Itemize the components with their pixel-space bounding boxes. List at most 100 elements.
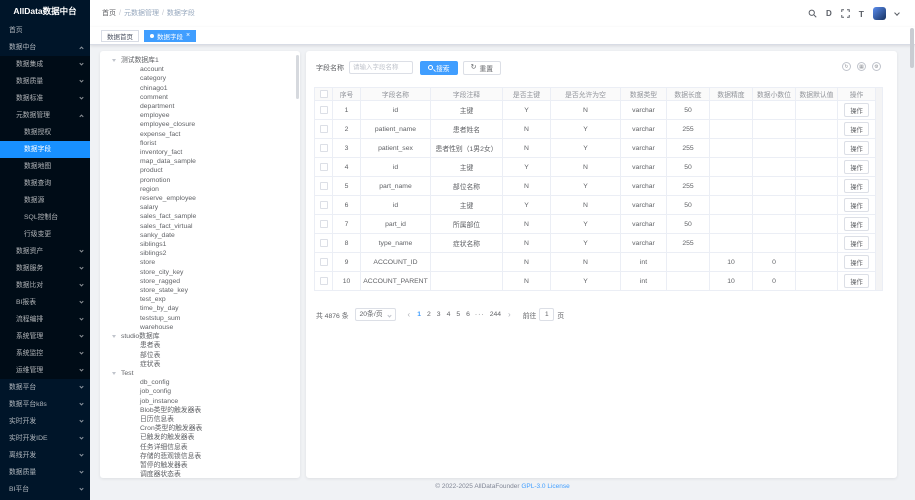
tree-table-node[interactable]: store_state_key bbox=[112, 286, 294, 295]
tree-table-node[interactable]: 日历信息表 bbox=[112, 415, 294, 424]
breadcrumb-home[interactable]: 首页 bbox=[102, 10, 116, 17]
tree-table-node[interactable]: sales_fact_virtual bbox=[112, 222, 294, 231]
sidebar-item[interactable]: BI平台 bbox=[0, 481, 90, 498]
row-checkbox[interactable] bbox=[320, 239, 328, 247]
tree-table-node[interactable]: siblings2 bbox=[112, 249, 294, 258]
row-action-button[interactable]: 操作 bbox=[844, 160, 869, 174]
tree-table-node[interactable]: siblings1 bbox=[112, 240, 294, 249]
sidebar-item[interactable]: 系统监控 bbox=[0, 345, 90, 362]
search-button[interactable]: 搜索 bbox=[420, 61, 458, 75]
row-checkbox[interactable] bbox=[320, 201, 328, 209]
row-checkbox[interactable] bbox=[320, 220, 328, 228]
sidebar-item[interactable]: 系统管理 bbox=[0, 328, 90, 345]
tree-table-node[interactable]: 存储的悲观锁信息表 bbox=[112, 452, 294, 461]
reset-button[interactable]: ↻ 重置 bbox=[463, 61, 501, 75]
tree-table-node[interactable]: inventory_fact bbox=[112, 148, 294, 157]
row-action-button[interactable]: 操作 bbox=[844, 122, 869, 136]
sidebar-item[interactable]: 离线开发 bbox=[0, 447, 90, 464]
page-scrollbar[interactable] bbox=[910, 28, 914, 68]
sidebar-item[interactable]: 数据中台 bbox=[0, 39, 90, 56]
search-icon[interactable] bbox=[808, 9, 817, 18]
font-size-icon[interactable]: T bbox=[859, 9, 864, 19]
tree-table-node[interactable]: Blob类型的触发器表 bbox=[112, 406, 294, 415]
tree-table-node[interactable]: expense_fact bbox=[112, 130, 294, 139]
tree-table-node[interactable]: 症状表 bbox=[112, 360, 294, 369]
license-link[interactable]: GPL-3.0 License bbox=[521, 483, 569, 490]
fullscreen-icon[interactable] bbox=[841, 9, 850, 18]
sidebar-item[interactable]: 数据字段 bbox=[0, 141, 90, 158]
row-checkbox[interactable] bbox=[320, 163, 328, 171]
columns-icon[interactable]: ▦ bbox=[857, 62, 866, 71]
sidebar-item[interactable]: BI报表 bbox=[0, 294, 90, 311]
refresh-icon[interactable]: ↻ bbox=[842, 62, 851, 71]
tree-table-node[interactable]: teststup_sum bbox=[112, 314, 294, 323]
page-number[interactable]: 1 bbox=[414, 311, 424, 318]
sidebar-item[interactable]: 数据服务 bbox=[0, 260, 90, 277]
tree-table-node[interactable]: 部位表 bbox=[112, 351, 294, 360]
page-number[interactable]: 2 bbox=[424, 311, 434, 318]
sidebar-item[interactable]: 数据比对 bbox=[0, 277, 90, 294]
goto-page-input[interactable] bbox=[539, 308, 554, 321]
tree-table-node[interactable]: promotion bbox=[112, 176, 294, 185]
page-number[interactable]: 6 bbox=[463, 311, 473, 318]
tree-table-node[interactable]: db_config bbox=[112, 378, 294, 387]
tree-table-node[interactable]: account bbox=[112, 65, 294, 74]
sidebar-item[interactable]: 数据质量 bbox=[0, 73, 90, 90]
row-checkbox[interactable] bbox=[320, 144, 328, 152]
tree-table-node[interactable]: category bbox=[112, 74, 294, 83]
avatar[interactable] bbox=[873, 7, 886, 20]
sidebar-item[interactable]: 数据质量 bbox=[0, 464, 90, 481]
sidebar-item[interactable]: 数据标准 bbox=[0, 90, 90, 107]
row-checkbox[interactable] bbox=[320, 258, 328, 266]
row-checkbox[interactable] bbox=[320, 106, 328, 114]
tree-table-node[interactable]: 患者表 bbox=[112, 341, 294, 350]
tree-table-node[interactable]: 已触发的触发器表 bbox=[112, 433, 294, 442]
tree-table-node[interactable]: sanky_date bbox=[112, 231, 294, 240]
row-checkbox[interactable] bbox=[320, 125, 328, 133]
sidebar-item[interactable]: 实时开发IDE bbox=[0, 430, 90, 447]
row-action-button[interactable]: 操作 bbox=[844, 255, 869, 269]
sidebar-item[interactable]: 运维管理 bbox=[0, 362, 90, 379]
search-input[interactable] bbox=[349, 61, 413, 74]
tree-table-node[interactable]: time_by_day bbox=[112, 304, 294, 313]
tree-scrollbar[interactable] bbox=[296, 55, 299, 99]
sidebar-item[interactable]: SQL控制台 bbox=[0, 209, 90, 226]
tree-table-node[interactable]: 调度器状态表 bbox=[112, 470, 294, 478]
tree-table-node[interactable]: reserve_employee bbox=[112, 194, 294, 203]
tree-table-node[interactable]: product bbox=[112, 166, 294, 175]
page-number-last[interactable]: 244 bbox=[487, 311, 504, 318]
prev-page-button[interactable]: ‹ bbox=[404, 310, 415, 319]
tree-root-node[interactable]: studio数据库 bbox=[112, 332, 294, 341]
tree-table-node[interactable]: 暂停的触发器表 bbox=[112, 461, 294, 470]
sidebar-item[interactable]: 数据平台k8s bbox=[0, 396, 90, 413]
tree-table-node[interactable]: chinago1 bbox=[112, 84, 294, 93]
tree-table-node[interactable]: employee bbox=[112, 111, 294, 120]
tree-table-node[interactable]: store bbox=[112, 258, 294, 267]
page-number[interactable]: 4 bbox=[444, 311, 454, 318]
tab-item[interactable]: 数据首页 bbox=[101, 30, 139, 42]
tree-table-node[interactable]: job_config bbox=[112, 387, 294, 396]
tree-root-node[interactable]: Test bbox=[112, 369, 294, 378]
tree-table-node[interactable]: department bbox=[112, 102, 294, 111]
row-action-button[interactable]: 操作 bbox=[844, 198, 869, 212]
row-action-button[interactable]: 操作 bbox=[844, 217, 869, 231]
sidebar-item[interactable]: 数据平台 bbox=[0, 379, 90, 396]
table-scrollbar[interactable] bbox=[876, 87, 883, 291]
row-action-button[interactable]: 操作 bbox=[844, 236, 869, 250]
docs-icon[interactable]: D bbox=[826, 9, 832, 18]
sidebar-item[interactable]: 首页 bbox=[0, 22, 90, 39]
page-number[interactable]: 5 bbox=[453, 311, 463, 318]
tree-table-node[interactable]: store_ragged bbox=[112, 277, 294, 286]
sidebar-item[interactable]: 行级变更 bbox=[0, 226, 90, 243]
sidebar-item[interactable]: 数据地图 bbox=[0, 158, 90, 175]
row-action-button[interactable]: 操作 bbox=[844, 179, 869, 193]
tree-root-node[interactable]: 测试数据库1 bbox=[112, 56, 294, 65]
sidebar-item[interactable]: 数据授权 bbox=[0, 124, 90, 141]
sidebar-item[interactable]: 流程编排 bbox=[0, 311, 90, 328]
tree-table-node[interactable]: sales_fact_sample bbox=[112, 212, 294, 221]
tree-table-node[interactable]: job_instance bbox=[112, 397, 294, 406]
breadcrumb-item[interactable]: 元数据管理 bbox=[124, 10, 159, 17]
settings-icon[interactable]: ⚙ bbox=[872, 62, 881, 71]
tab-active[interactable]: 数据字段× bbox=[144, 30, 196, 42]
sidebar-item[interactable]: 数据集成 bbox=[0, 56, 90, 73]
